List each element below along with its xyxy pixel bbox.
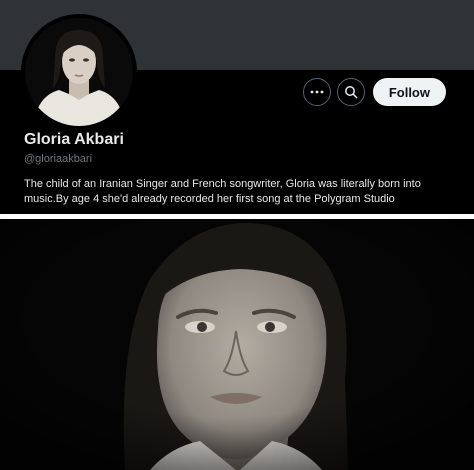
- search-button[interactable]: [336, 78, 365, 106]
- more-icon: [310, 90, 324, 94]
- profile-header: Follow Gloria Akbari @gloriaakbari The c…: [0, 0, 474, 214]
- profile-name: Gloria Akbari: [24, 131, 124, 148]
- profile-handle: @gloriaakbari: [24, 153, 93, 165]
- follow-button[interactable]: Follow: [372, 78, 446, 106]
- avatar[interactable]: [21, 14, 137, 130]
- portrait-photo: [0, 219, 474, 470]
- portrait-image: [0, 219, 474, 470]
- profile-bio: The child of an Iranian Singer and Frenc…: [24, 178, 421, 205]
- profile-actions: Follow: [302, 78, 446, 106]
- search-icon: [344, 86, 358, 99]
- more-button[interactable]: [302, 78, 331, 106]
- avatar-portrait: [25, 18, 133, 126]
